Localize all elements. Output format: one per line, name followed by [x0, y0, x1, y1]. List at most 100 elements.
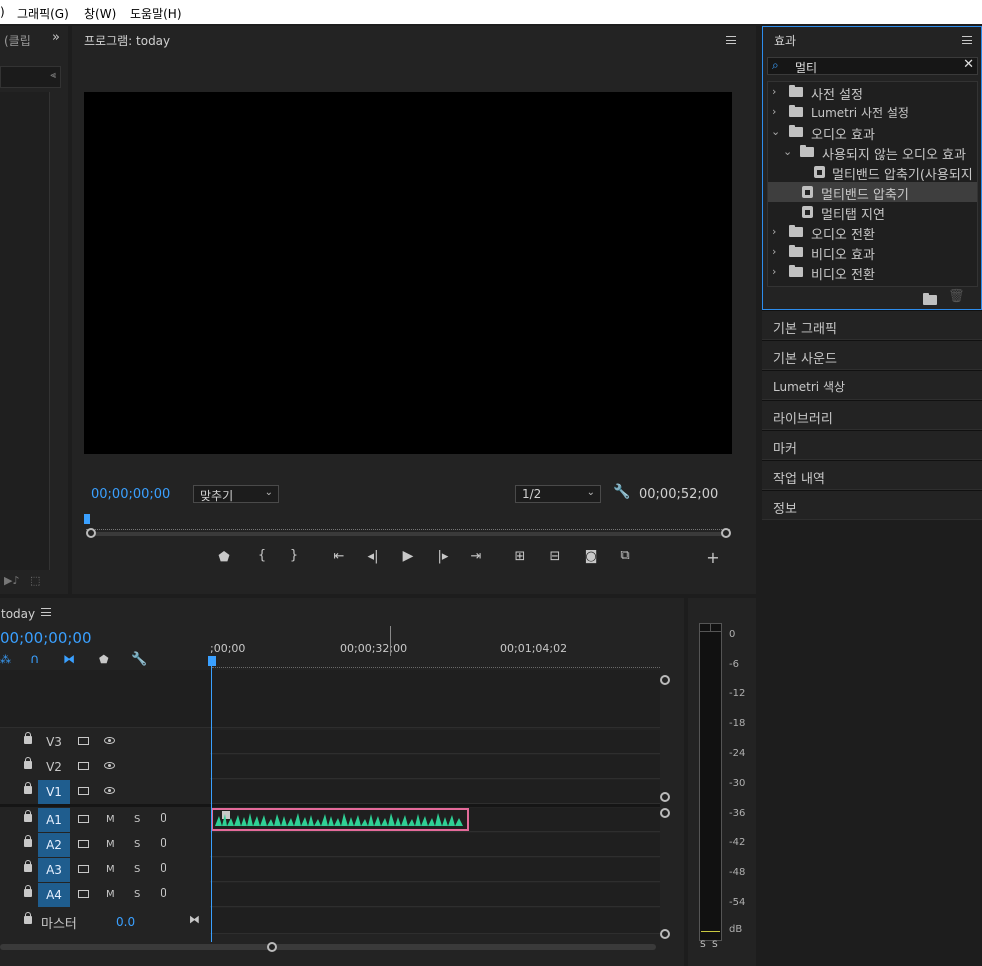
menu-item-help[interactable]: 도움말(H) — [130, 5, 182, 22]
tree-item-obsolete-audio-effects[interactable]: ⌄ 사용되지 않는 오디오 효과 — [768, 142, 977, 163]
lock-icon[interactable] — [24, 860, 32, 872]
mute-button[interactable]: M — [106, 889, 115, 900]
tree-item-multiband-compressor-obsolete[interactable]: 멀티밴드 압축기(사용되지 — [768, 162, 977, 183]
tree-item-video-effects[interactable]: › 비디오 효과 — [768, 242, 977, 263]
solo-button[interactable]: S — [134, 839, 140, 850]
go-to-out-icon[interactable]: ⇥ — [466, 549, 486, 564]
fit-dropdown[interactable]: 맞추기 ⌄ — [193, 485, 279, 503]
extract-icon[interactable]: ⊟ — [545, 549, 565, 564]
chevron-right-icon[interactable]: › — [772, 245, 776, 258]
new-bin-icon[interactable] — [923, 293, 937, 305]
timeline-timecode[interactable]: 00;00;00;00 — [0, 629, 92, 647]
section-lumetri-color[interactable]: Lumetri 색상 — [762, 370, 982, 400]
effects-panel-title[interactable]: 효과 — [774, 32, 796, 49]
sync-lock-icon[interactable] — [78, 762, 89, 770]
automate-icon[interactable]: ▶♪ — [4, 574, 19, 587]
tree-item-audio-effects[interactable]: ⌄ 오디오 효과 — [768, 122, 977, 143]
menu-item-window[interactable]: 창(W) — [84, 5, 116, 22]
chevron-right-icon[interactable]: › — [772, 105, 776, 118]
lock-icon[interactable] — [24, 810, 32, 822]
sync-lock-icon[interactable] — [78, 890, 89, 898]
insert-nest-icon[interactable]: ⁂ — [0, 653, 11, 666]
h-scroll-handle[interactable] — [267, 942, 277, 952]
v-scroll-handle-mid[interactable] — [660, 792, 670, 802]
panel-menu-icon[interactable] — [41, 608, 51, 616]
solo-right-button[interactable]: S — [712, 940, 718, 950]
solo-button[interactable]: S — [134, 814, 140, 825]
v-scroll-handle-top[interactable] — [660, 675, 670, 685]
marker-icon[interactable]: ⬟ — [214, 550, 234, 565]
mute-button[interactable]: M — [106, 864, 115, 875]
lock-icon[interactable] — [24, 912, 32, 924]
section-info[interactable]: 정보 — [762, 490, 982, 520]
track-name[interactable]: A3 — [38, 858, 70, 882]
lock-icon[interactable] — [24, 835, 32, 847]
panel-menu-icon[interactable] — [962, 36, 972, 44]
tree-item-multitap-delay[interactable]: 멀티탭 지연 — [768, 202, 977, 223]
zoom-handle-left[interactable] — [86, 528, 96, 538]
mute-button[interactable]: M — [106, 839, 115, 850]
chevron-right-icon[interactable]: › — [772, 265, 776, 278]
track-lane-a4[interactable] — [210, 883, 660, 907]
master-volume-value[interactable]: 0.0 — [116, 915, 135, 929]
camera-icon[interactable]: ◙ — [581, 549, 601, 564]
scrub-ruler[interactable] — [86, 520, 730, 530]
mic-icon[interactable] — [161, 863, 166, 872]
a-scroll-handle-bottom[interactable] — [660, 929, 670, 939]
eye-icon[interactable] — [104, 737, 115, 744]
playhead-line[interactable] — [211, 666, 212, 942]
tree-item-video-transitions[interactable]: › 비디오 전환 — [768, 262, 977, 283]
solo-button[interactable]: S — [134, 864, 140, 875]
video-preview[interactable] — [84, 92, 732, 454]
track-name[interactable]: V2 — [38, 755, 70, 779]
section-essential-graphics[interactable]: 기본 그래픽 — [762, 310, 982, 340]
effects-search-field[interactable]: ⌕ 멀티 ✕ — [767, 57, 978, 75]
zoom-handle-right[interactable] — [721, 528, 731, 538]
current-timecode[interactable]: 00;00;00;00 — [91, 487, 170, 502]
eye-icon[interactable] — [104, 762, 115, 769]
tree-item-lumetri-presets[interactable]: › Lumetri 사전 설정 — [768, 102, 977, 122]
clear-search-icon[interactable]: ✕ — [963, 57, 974, 72]
section-essential-sound[interactable]: 기본 사운드 — [762, 340, 982, 370]
left-panel-tab[interactable]: (클립 — [4, 32, 31, 49]
track-lane-master[interactable] — [210, 908, 660, 934]
playhead-marker[interactable] — [84, 514, 90, 524]
effects-search-input[interactable]: 멀티 — [795, 59, 817, 76]
menu-item-graphics[interactable]: 그래픽(G) — [17, 5, 69, 22]
section-libraries[interactable]: 라이브러리 — [762, 400, 982, 430]
tree-item-audio-transitions[interactable]: › 오디오 전환 — [768, 222, 977, 243]
mark-in-button[interactable]: { — [252, 548, 272, 563]
mic-icon[interactable] — [161, 813, 166, 822]
add-marker-icon[interactable]: ⬟ — [99, 653, 109, 666]
mute-button[interactable]: M — [106, 814, 115, 825]
sync-lock-icon[interactable] — [78, 840, 89, 848]
sync-lock-icon[interactable] — [78, 737, 89, 745]
snap-magnet-icon[interactable]: ∩ — [30, 652, 40, 667]
track-lane-a3[interactable] — [210, 858, 660, 882]
double-chevron-right-icon[interactable]: » — [52, 30, 60, 45]
track-name[interactable]: V1 — [38, 780, 70, 804]
play-icon[interactable]: ▶ — [398, 548, 418, 564]
chevron-down-icon[interactable]: ⌄ — [771, 125, 780, 138]
linked-selection-icon[interactable]: ⧓ — [63, 652, 75, 666]
program-monitor-title[interactable]: 프로그램: today — [84, 32, 170, 49]
panel-menu-icon[interactable] — [726, 36, 736, 44]
track-lane-a1[interactable] — [210, 808, 660, 832]
chevron-down-icon[interactable]: ⌄ — [783, 145, 792, 158]
lock-icon[interactable] — [24, 782, 32, 794]
solo-button[interactable]: S — [134, 889, 140, 900]
eye-icon[interactable] — [104, 787, 115, 794]
go-to-end-icon[interactable]: ⧓ — [189, 913, 200, 926]
wrench-icon[interactable]: 🔧 — [131, 652, 147, 667]
wrench-icon[interactable]: 🔧 — [613, 484, 630, 500]
chevron-right-icon[interactable]: › — [772, 85, 776, 98]
timeline-ruler[interactable] — [212, 660, 660, 668]
track-name[interactable]: A4 — [38, 883, 70, 907]
track-lane-v1[interactable] — [210, 780, 660, 804]
track-lane-a2[interactable] — [210, 833, 660, 857]
resolution-dropdown[interactable]: 1/2 ⌄ — [515, 485, 601, 503]
track-name[interactable]: V3 — [38, 730, 70, 754]
track-name[interactable]: A1 — [38, 808, 70, 832]
tree-item-presets[interactable]: › 사전 설정 — [768, 82, 977, 103]
trash-icon[interactable]: 🗑 — [948, 289, 965, 304]
